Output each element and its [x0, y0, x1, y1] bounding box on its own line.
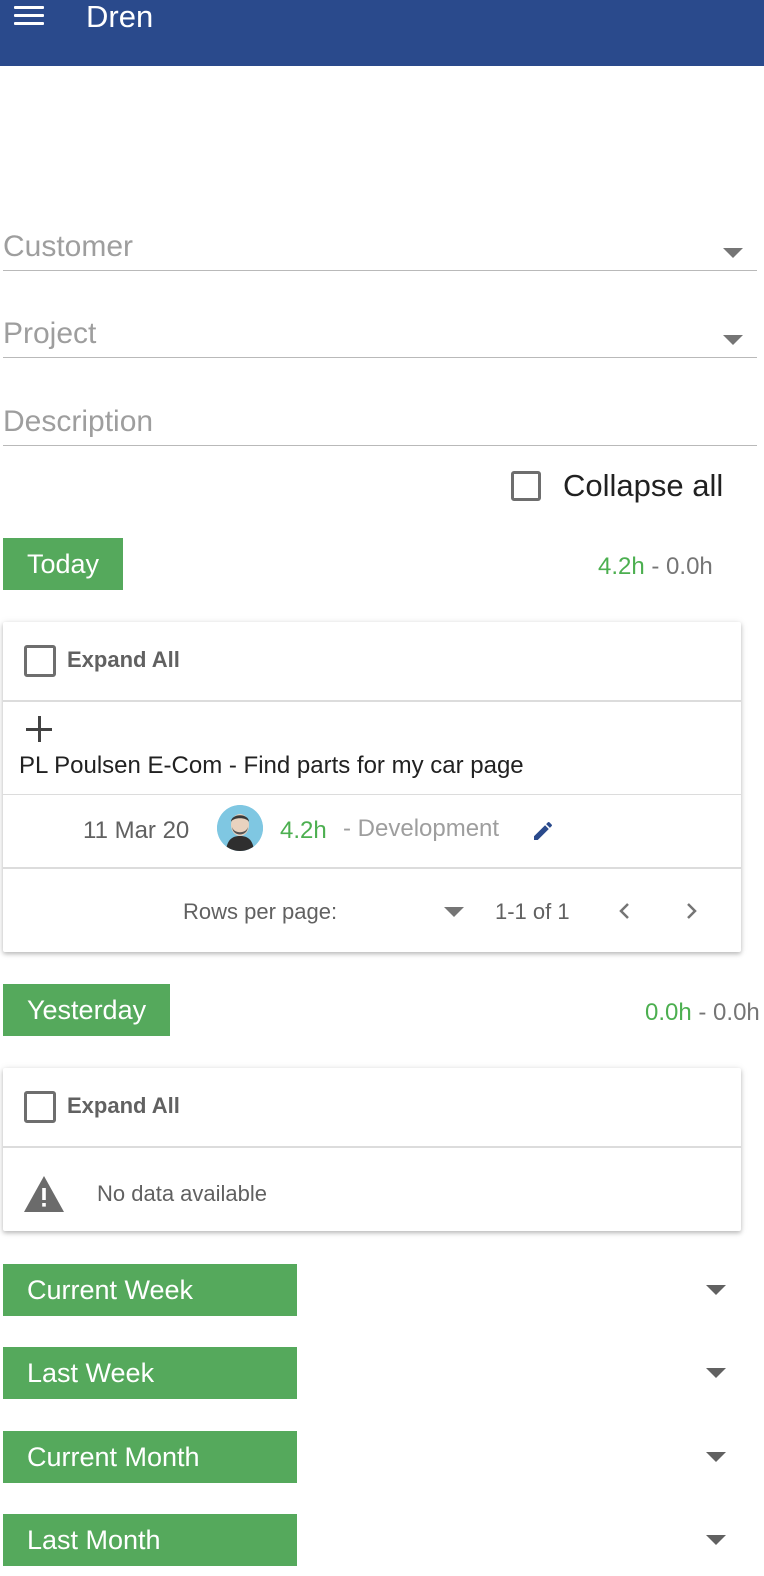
- last-week-button[interactable]: Last Week: [3, 1347, 297, 1399]
- chevron-down-icon[interactable]: [706, 1368, 726, 1378]
- hours-separator: -: [644, 553, 667, 580]
- collapse-all-label: Collapse all: [563, 468, 724, 503]
- app-title: Dren: [86, 0, 154, 34]
- chevron-down-icon: [723, 248, 743, 258]
- project-label: Project: [3, 317, 97, 350]
- last-month-button[interactable]: Last Month: [3, 1514, 297, 1566]
- yesterday-button[interactable]: Yesterday: [3, 984, 171, 1036]
- expand-all-checkbox[interactable]: [24, 1091, 56, 1123]
- app-bar: Dren: [0, 0, 764, 66]
- chevron-down-icon[interactable]: [706, 1285, 726, 1295]
- customer-label: Customer: [3, 230, 134, 263]
- warning-icon: [22, 1174, 66, 1214]
- pencil-icon[interactable]: [531, 819, 555, 843]
- customer-select[interactable]: Customer: [3, 224, 757, 271]
- today-card: Expand All PL Poulsen E-Com - Find parts…: [3, 622, 741, 952]
- expand-all-row[interactable]: Expand All: [3, 1068, 741, 1148]
- collapse-all-checkbox[interactable]: [511, 471, 541, 501]
- chevron-left-icon[interactable]: [614, 900, 636, 922]
- time-entry-row[interactable]: 11 Mar 20 4.2h - Development: [3, 795, 741, 869]
- today-hours-other: 0.0h: [666, 553, 713, 580]
- entry-type: - Development: [343, 815, 500, 842]
- hours-separator: -: [691, 999, 714, 1026]
- chevron-down-icon: [723, 335, 743, 345]
- no-data-row: No data available: [3, 1150, 741, 1230]
- plus-icon[interactable]: [26, 716, 52, 742]
- chevron-right-icon[interactable]: [680, 900, 702, 922]
- description-label: Description: [3, 405, 154, 438]
- yesterday-card: Expand All No data available: [3, 1068, 741, 1231]
- yesterday-hours-summary: 0.0h - 0.0h: [645, 999, 760, 1027]
- expand-all-row[interactable]: Expand All: [3, 622, 741, 702]
- today-button[interactable]: Today: [3, 538, 124, 590]
- group-title: PL Poulsen E-Com - Find parts for my car…: [19, 752, 524, 779]
- no-data-message: No data available: [97, 1181, 268, 1206]
- description-input[interactable]: Description: [3, 399, 757, 446]
- entry-date: 11 Mar 20: [83, 817, 190, 844]
- current-month-button[interactable]: Current Month: [3, 1431, 297, 1483]
- expand-all-checkbox[interactable]: [24, 645, 56, 677]
- expand-all-label: Expand All: [67, 1093, 180, 1118]
- avatar: [217, 805, 263, 851]
- entry-hours: 4.2h: [280, 817, 327, 844]
- menu-icon[interactable]: [14, 6, 44, 28]
- today-hours-tracked: 4.2h: [598, 553, 645, 580]
- pagination: Rows per page: 1-1 of 1: [3, 870, 741, 950]
- rows-per-page-label: Rows per page:: [183, 899, 338, 924]
- yesterday-hours-tracked: 0.0h: [645, 999, 692, 1026]
- current-week-button[interactable]: Current Week: [3, 1264, 297, 1316]
- chevron-down-icon[interactable]: [706, 1452, 726, 1462]
- chevron-down-icon[interactable]: [706, 1535, 726, 1545]
- project-select[interactable]: Project: [3, 311, 757, 358]
- page-range: 1-1 of 1: [495, 899, 570, 924]
- today-hours-summary: 4.2h - 0.0h: [598, 553, 713, 581]
- yesterday-hours-other: 0.0h: [713, 999, 760, 1026]
- entry-group-row[interactable]: PL Poulsen E-Com - Find parts for my car…: [3, 702, 741, 795]
- expand-all-label: Expand All: [67, 647, 180, 672]
- rows-per-page-select[interactable]: [444, 907, 464, 917]
